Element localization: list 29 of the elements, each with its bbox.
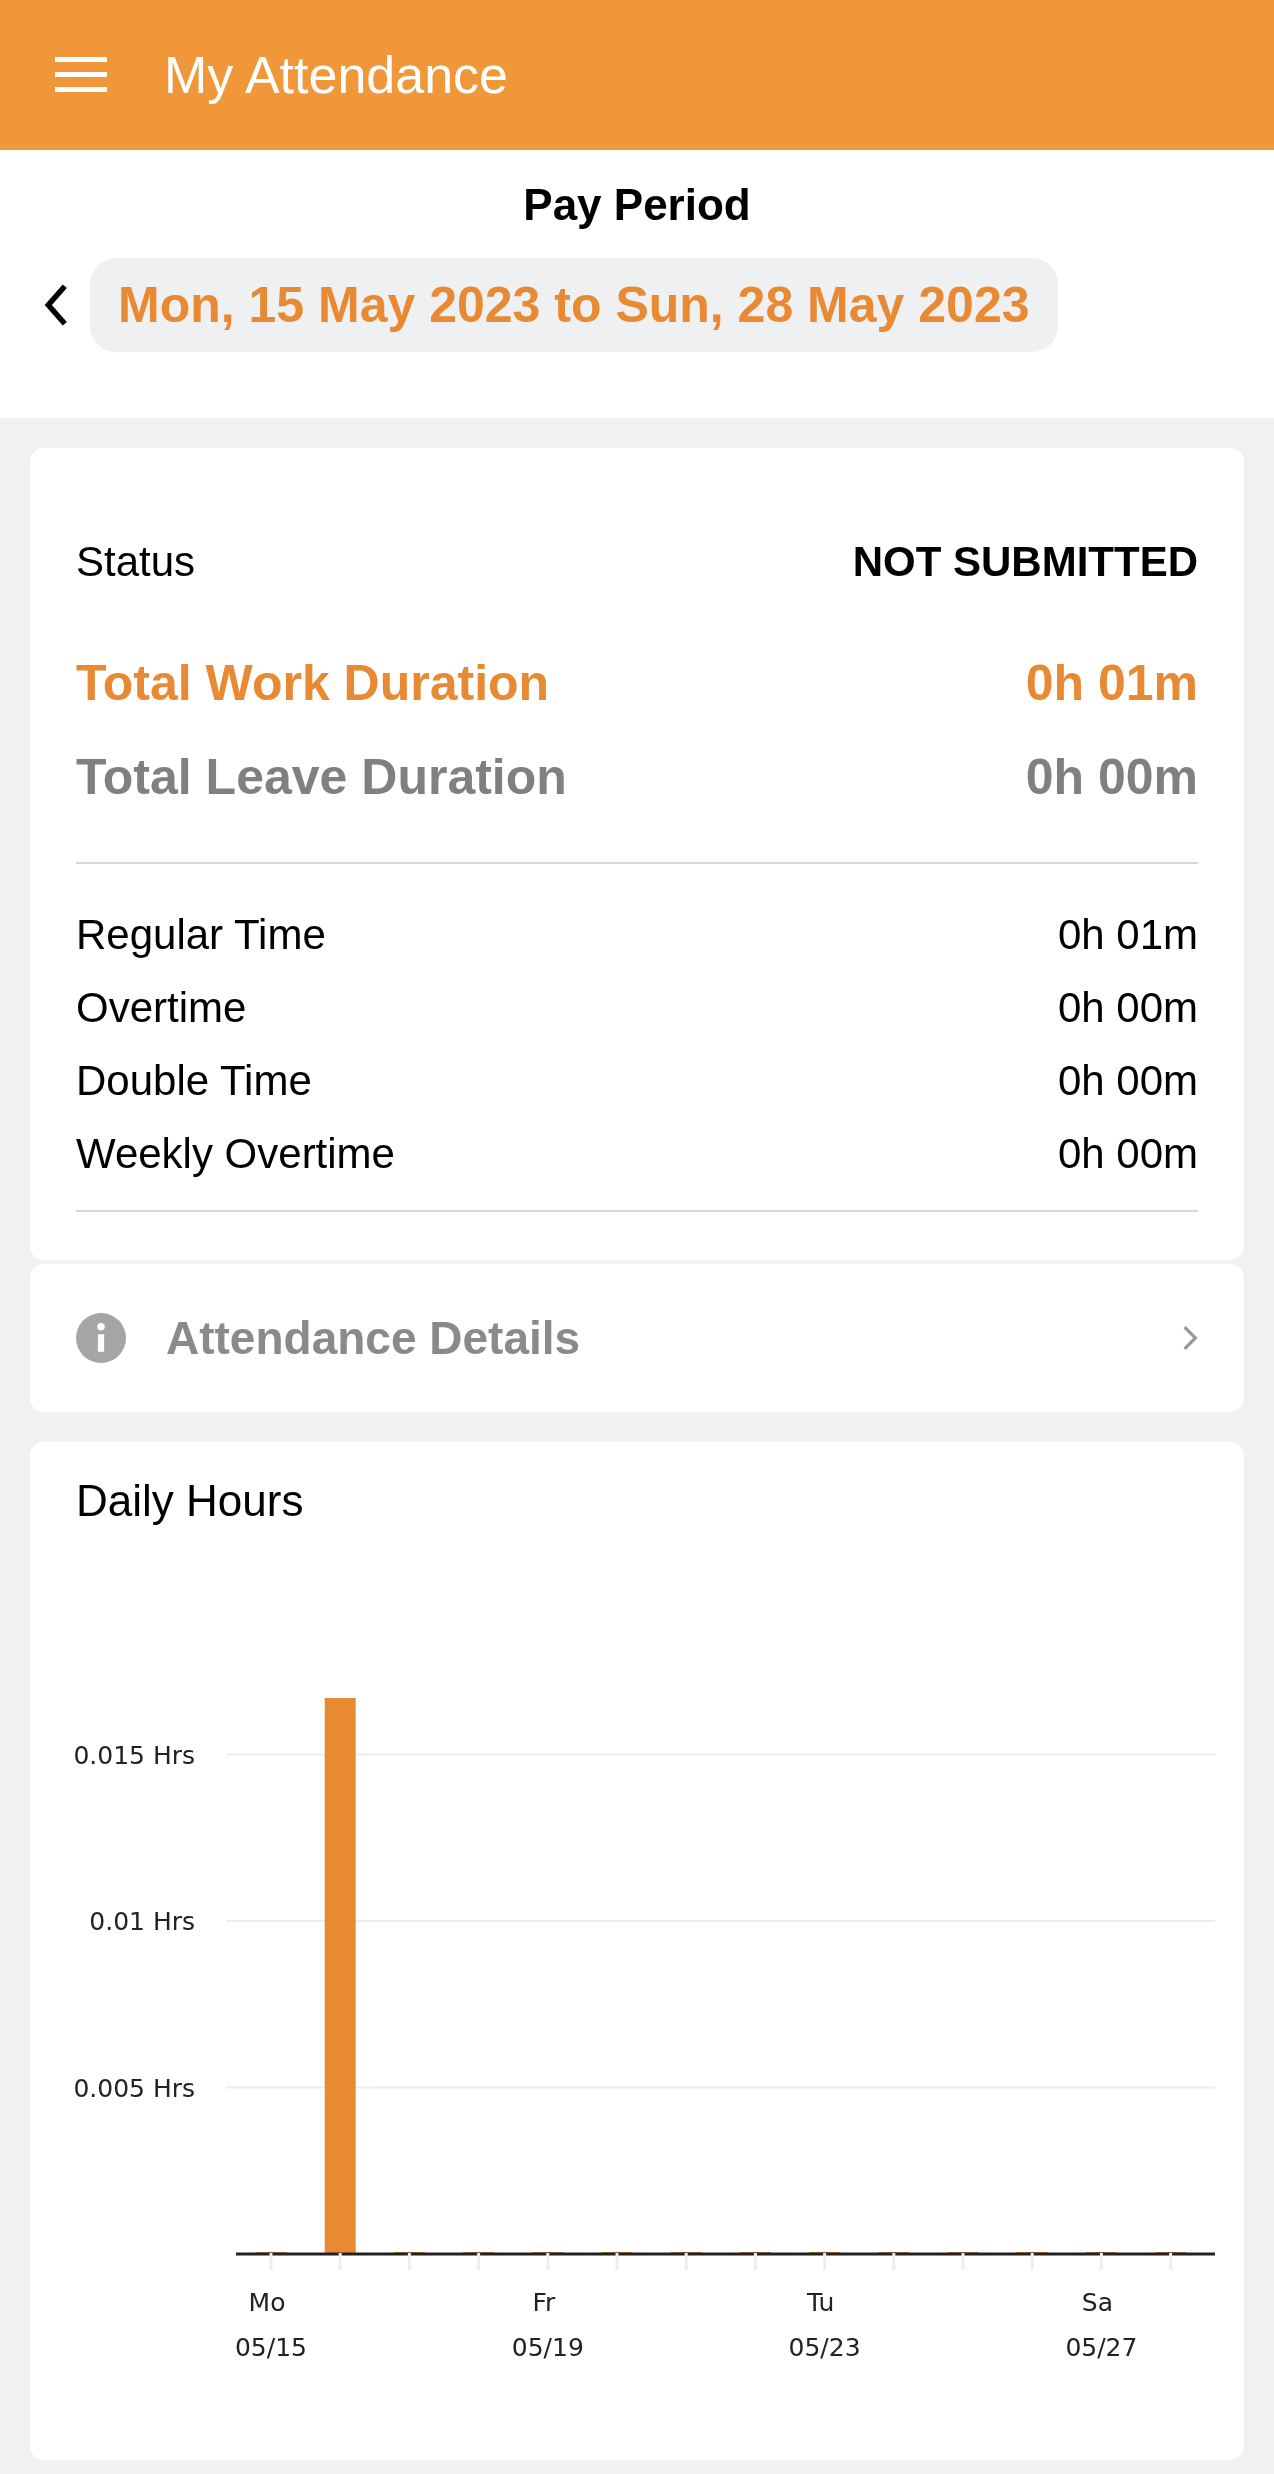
chart-title: Daily Hours (75, 1476, 305, 1526)
status-value: NOT SUBMITTED (852, 538, 1198, 586)
x-tick-label: Mo 05/15 (235, 2288, 307, 2362)
time-label: Weekly Overtime (76, 1129, 395, 1178)
time-label: Overtime (76, 983, 247, 1032)
total-value: 0h 01m (1025, 654, 1198, 712)
pay-period-label: Pay Period (522, 180, 752, 230)
time-value: 0h 01m (1057, 910, 1198, 959)
total-label: Total Work Duration (76, 654, 550, 712)
chevron-right-icon (1182, 1325, 1198, 1351)
date-range-button[interactable]: Mon, 15 May 2023 to Sun, 28 May 2023 (90, 258, 1058, 352)
total-label: Total Leave Duration (76, 748, 567, 806)
y-tick-label: 0.01 Hrs (89, 1907, 195, 1937)
time-label: Regular Time (76, 910, 326, 959)
info-icon (76, 1313, 126, 1363)
screen-title: My Attendance (164, 45, 508, 105)
time-value: 0h 00m (1057, 1056, 1198, 1105)
status-label: Status (76, 538, 196, 586)
x-tick-label: Fr 05/19 (511, 2288, 584, 2362)
time-value: 0h 00m (1057, 1129, 1198, 1178)
time-label: Double Time (76, 1056, 312, 1105)
y-tick-label: 0.005 Hrs (73, 2073, 195, 2103)
attendance-details-link[interactable]: Attendance Details (30, 1264, 1244, 1412)
x-tick-label: Tu 05/23 (788, 2288, 861, 2362)
total-value: 0h 00m (1025, 748, 1198, 806)
back-icon[interactable] (42, 283, 70, 327)
x-tick-label: Sa 05/27 (1065, 2288, 1138, 2362)
y-tick-label: 0.015 Hrs (73, 1740, 195, 1770)
time-value: 0h 00m (1057, 983, 1198, 1032)
